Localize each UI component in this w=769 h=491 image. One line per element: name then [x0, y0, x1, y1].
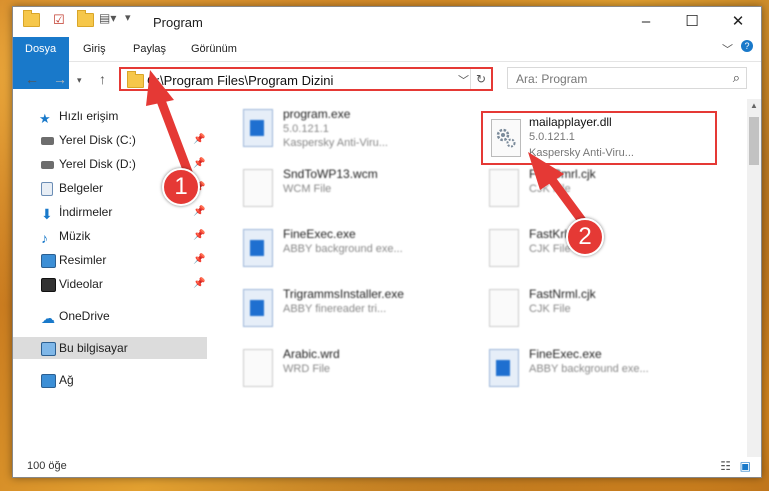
arrow-1-head: [146, 70, 174, 106]
arrow-1: [155, 93, 193, 177]
annotation-arrows: [146, 70, 591, 231]
step-badge-2: 2: [566, 218, 604, 256]
step-badge-1: 1: [162, 168, 200, 206]
